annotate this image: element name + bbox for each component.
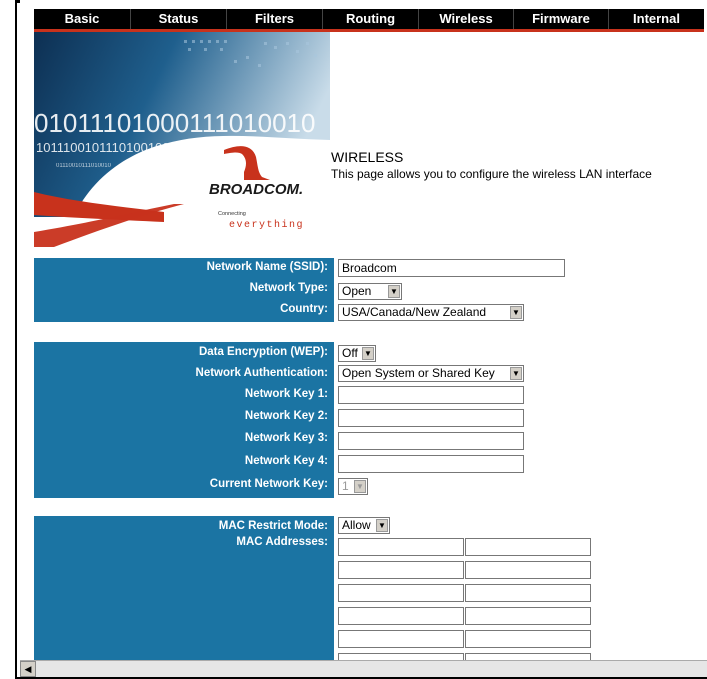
binary-text-3: 01110010111010010 — [56, 163, 112, 169]
nav-filters[interactable]: Filters — [227, 9, 323, 29]
tagline-big: everything — [229, 219, 304, 231]
mac-panel: MAC Restrict Mode: MAC Addresses: — [34, 516, 334, 660]
mac-address-input[interactable] — [465, 561, 591, 579]
dropdown-arrow-icon: ▼ — [510, 367, 522, 380]
key3-label: Network Key 3: — [244, 432, 328, 444]
mac-address-input[interactable] — [338, 607, 464, 625]
auth-select[interactable]: Open System or Shared Key ▼ — [338, 365, 524, 382]
mac-address-input[interactable] — [465, 630, 591, 648]
mac-address-input[interactable] — [338, 630, 464, 648]
mac-address-input[interactable] — [338, 538, 464, 556]
network-key-1-input[interactable] — [338, 386, 524, 404]
page-viewport: Basic Status Filters Routing Wireless Fi… — [20, 0, 707, 660]
mac-mode-select[interactable]: Allow ▼ — [338, 517, 390, 534]
window-left-border — [15, 0, 17, 679]
banner-graphic: 01011101000111010010 1011100101110100100… — [34, 32, 330, 247]
dropdown-arrow-icon: ▼ — [388, 285, 400, 298]
basic-settings-panel: Network Name (SSID): Network Type: Count… — [34, 258, 334, 322]
country-select[interactable]: USA/Canada/New Zealand ▼ — [338, 304, 524, 321]
nav-wireless[interactable]: Wireless — [419, 9, 514, 29]
mac-mode-label: MAC Restrict Mode: — [218, 520, 328, 532]
broadcom-logo: BROADCOM. — [209, 181, 303, 198]
mac-address-input[interactable] — [338, 653, 464, 660]
scroll-left-icon[interactable]: ◀ — [20, 661, 36, 677]
dropdown-arrow-icon: ▼ — [354, 480, 366, 493]
binary-text-1: 01011101000111010010 — [34, 108, 315, 138]
broadcom-banner: 01011101000111010010 1011100101110100100… — [34, 32, 330, 247]
mac-address-input[interactable] — [465, 584, 591, 602]
mac-mode-value: Allow — [342, 518, 371, 532]
key1-label: Network Key 1: — [244, 388, 328, 400]
wep-value: Off — [342, 346, 358, 360]
horizontal-scrollbar[interactable]: ◀ — [20, 660, 707, 677]
current-key-value: 1 — [342, 479, 349, 493]
key4-label: Network Key 4: — [244, 455, 328, 467]
mac-address-input[interactable] — [338, 561, 464, 579]
key2-label: Network Key 2: — [244, 410, 328, 422]
mac-address-input[interactable] — [338, 584, 464, 602]
country-label: Country: — [280, 303, 328, 315]
ssid-label: Network Name (SSID): — [206, 261, 328, 273]
mac-address-input[interactable] — [465, 607, 591, 625]
browser-window: Basic Status Filters Routing Wireless Fi… — [0, 0, 707, 679]
network-key-4-input[interactable] — [338, 455, 524, 473]
current-key-select[interactable]: 1 ▼ — [338, 478, 368, 495]
network-key-2-input[interactable] — [338, 409, 524, 427]
auth-value: Open System or Shared Key — [342, 366, 495, 380]
wep-label: Data Encryption (WEP): — [198, 346, 328, 358]
dropdown-arrow-icon: ▼ — [510, 306, 522, 319]
network-type-select[interactable]: Open ▼ — [338, 283, 402, 300]
nav-internal[interactable]: Internal — [609, 9, 704, 29]
security-panel: Data Encryption (WEP): Network Authentic… — [34, 342, 334, 498]
network-key-3-input[interactable] — [338, 432, 524, 450]
network-type-value: Open — [342, 284, 372, 298]
wep-select[interactable]: Off ▼ — [338, 345, 376, 362]
tagline-small: Connecting — [218, 211, 246, 217]
nav-basic[interactable]: Basic — [34, 9, 131, 29]
page-title: WIRELESS — [331, 149, 404, 165]
auth-label: Network Authentication: — [195, 367, 328, 379]
dropdown-arrow-icon: ▼ — [376, 519, 388, 532]
country-value: USA/Canada/New Zealand — [342, 305, 487, 319]
mac-address-input[interactable] — [465, 653, 591, 660]
nav-routing[interactable]: Routing — [323, 9, 419, 29]
ssid-input[interactable]: Broadcom — [338, 259, 565, 277]
nav-status[interactable]: Status — [131, 9, 227, 29]
dropdown-arrow-icon: ▼ — [362, 347, 374, 360]
broadcom-pulse-icon — [224, 146, 270, 180]
mac-address-input[interactable] — [465, 538, 591, 556]
binary-text-2: 1011100101110100100 — [36, 140, 170, 155]
page-description: This page allows you to configure the wi… — [331, 167, 652, 181]
network-type-label: Network Type: — [249, 282, 328, 294]
current-key-label: Current Network Key: — [209, 478, 328, 490]
top-nav: Basic Status Filters Routing Wireless Fi… — [34, 9, 704, 29]
nav-firmware[interactable]: Firmware — [514, 9, 609, 29]
mac-addresses-label: MAC Addresses: — [236, 536, 328, 548]
